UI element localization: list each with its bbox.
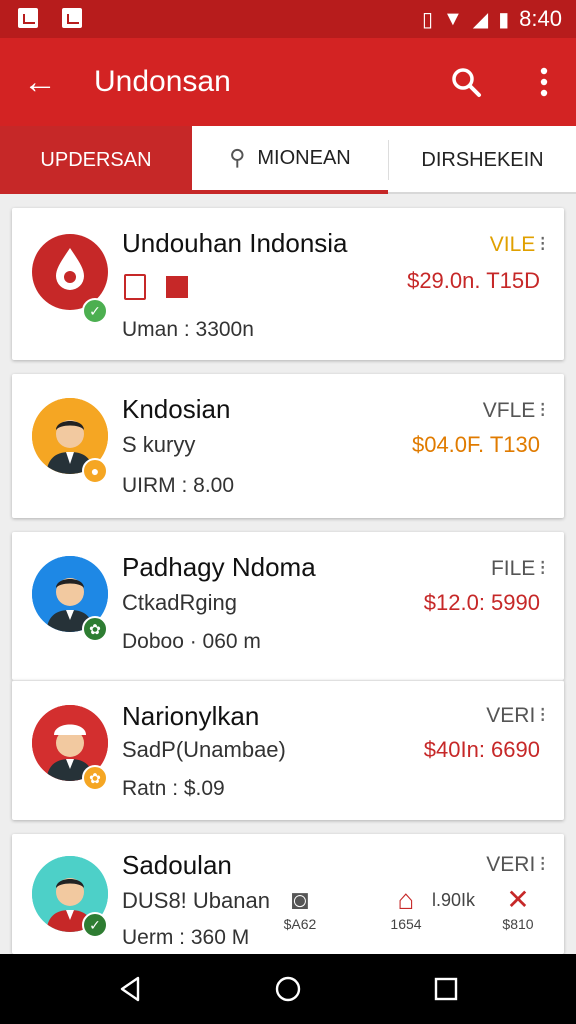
nav-home-icon[interactable] [274,975,302,1003]
tab-label: DIRSHEKEIN [421,148,544,171]
signal-icon: ◢ [472,8,489,31]
list-item[interactable]: ● Kndosian S kuryy UIRM : 8.00 VFLE ⁝ $04… [12,374,564,518]
status-badge-icon: ✿ [82,616,108,642]
mini-label: $810 [502,916,534,932]
status-badge-icon: ✓ [82,912,108,938]
list-item[interactable]: ✓ Sadoulan DUS8! Ubanan Uerm : 360 M VER… [12,834,564,954]
item-name: Kndosian [122,394,231,424]
item-meta: Ratn : $.09 [122,777,225,800]
vibrate-icon: ▯ [421,8,433,31]
key-icon: ⚲ [229,145,246,170]
call-notification-icon [62,8,82,28]
app-title: Undonsan [94,65,231,98]
basket-icon: ⌂ [397,884,415,915]
close-icon: ✕ [506,884,530,915]
item-tag[interactable]: VILE ⁝ [490,232,546,257]
item-tag[interactable]: VFLE ⁝ [483,398,546,423]
tag-label: VFLE [482,399,536,422]
app-bar: ← Undonsan [0,38,576,126]
item-meta: UIRM : 8.00 [122,474,235,497]
overflow-icon[interactable]: ⁝ [539,704,546,727]
nav-recents-icon[interactable] [432,975,460,1003]
item-name: Narionylkan [122,701,260,731]
battery-icon: ▮ [498,8,510,31]
tag-label: VILE [489,233,536,256]
overflow-icon[interactable]: ⁝ [539,557,546,580]
overflow-icon[interactable]: ⁝ [539,233,546,256]
gallery-notification-icon [18,8,38,28]
close-action[interactable]: ✕ $810 [488,884,548,932]
item-meta: Uerm : 360 M [122,926,250,949]
tab-mionean[interactable]: ⚲ MIONEAN [192,126,388,194]
item-name: Undouhan Indonsia [122,228,348,258]
item-price: $12.0: 5990 [423,590,540,615]
tag-label: FILE [490,557,536,580]
verified-badge-icon: ✓ [82,298,108,324]
tag-label: VERI [486,853,536,876]
mini-label: 1654 [390,916,422,932]
tab-dirshekein[interactable]: DIRSHEKEIN [388,140,576,180]
wifi-icon: ▼ [442,7,463,30]
basket-action[interactable]: ⌂ 1654 [376,884,436,932]
tab-label: UPDERSAN [40,148,152,171]
item-subtitle: S kuryy [122,432,196,457]
search-icon[interactable] [448,64,484,100]
tab-updersan[interactable]: UPDERSAN [0,126,192,194]
item-subtitle: CtkadRging [122,590,237,615]
list-item[interactable]: ✓ Undouhan Indonsia Uman : 3300n VILE ⁝ $… [12,208,564,360]
camera-icon: ◙ [291,884,309,915]
back-arrow-icon[interactable]: ← [20,62,60,102]
tag-label: VERI [486,704,536,727]
item-price: $04.0F. T130 [411,432,540,457]
mini-text: l.90Ik [432,890,476,910]
tab-label: MIONEAN [257,146,351,169]
document-icon [124,274,146,300]
overflow-icon[interactable]: ⁝ [539,399,546,422]
item-subtitle: DUS8! Ubanan [122,888,270,913]
list-item[interactable]: ✿ Narionylkan SadP(Unambae) Ratn : $.09 … [12,680,564,820]
status-time: 8:40 [519,6,562,31]
camera-action[interactable]: ◙ $A62 [270,884,330,932]
mini-label: $A62 [283,916,317,932]
status-bar: ▯ ▼ ◢ ▮ 8:40 [0,0,576,38]
list-item[interactable]: ✿ Padhagy Ndoma CtkadRging Doboo · 060 m… [12,532,564,680]
tab-bar: UPDERSAN ⚲ MIONEAN DIRSHEKEIN [0,126,576,194]
item-tag[interactable]: VERI ⁝ [486,852,546,877]
flag-icon [166,276,188,298]
item-name: Sadoulan [122,850,232,880]
item-price: $40In: 6690 [423,737,540,762]
overflow-icon[interactable]: ⁝ [539,853,546,876]
status-badge-icon: ✿ [82,765,108,791]
item-price: $29.0n. T15D [407,268,540,293]
nav-back-icon[interactable] [116,975,144,1003]
item-meta: Doboo · 060 m [122,630,261,653]
more-vert-icon[interactable] [530,64,558,100]
item-name: Padhagy Ndoma [122,552,316,582]
system-nav-bar [0,954,576,1024]
item-tag[interactable]: FILE ⁝ [491,556,546,581]
item-tag[interactable]: VERI ⁝ [486,703,546,728]
item-meta: Uman : 3300n [122,318,254,341]
status-badge-icon: ● [82,458,108,484]
item-subtitle: SadP(Unambae) [122,737,286,762]
